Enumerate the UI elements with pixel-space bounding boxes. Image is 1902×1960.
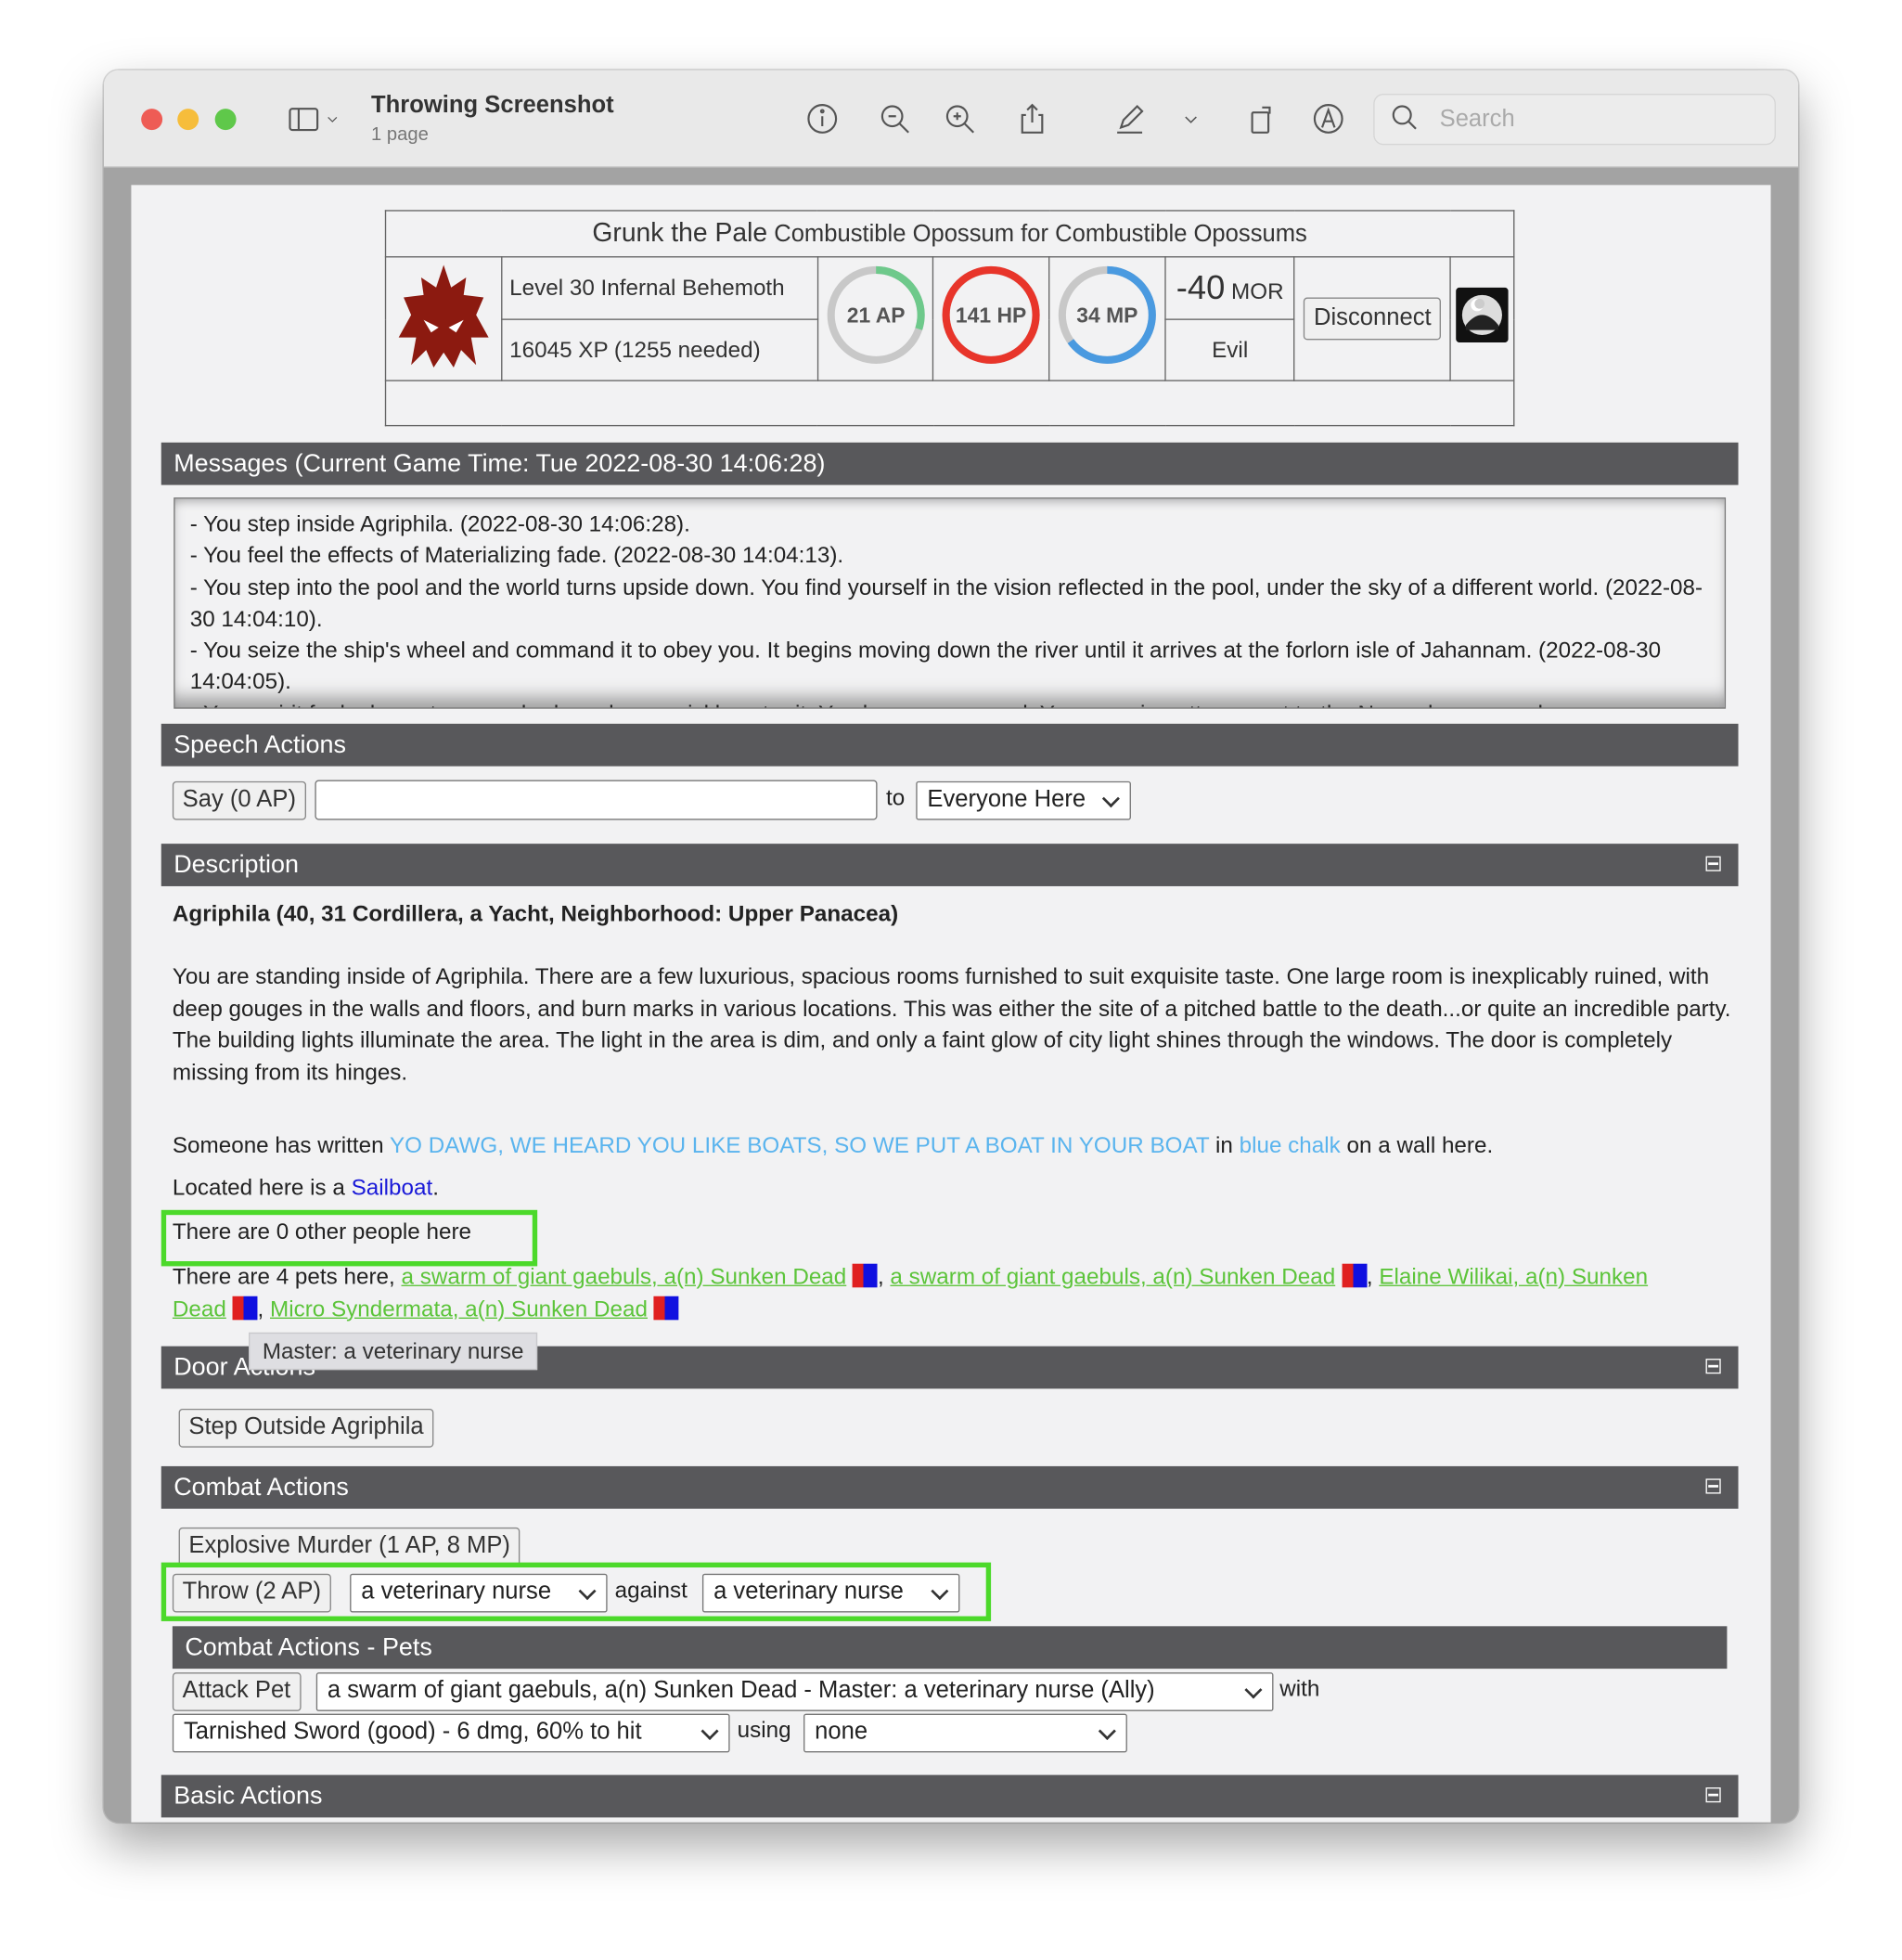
message-item: - Your spirit feels drawn to a new body … bbox=[175, 699, 1725, 707]
page-count: 1 page bbox=[371, 123, 429, 146]
pet-flag-icon bbox=[1341, 1263, 1367, 1288]
say-button[interactable]: Say (0 AP) bbox=[172, 780, 306, 820]
to-label: to bbox=[885, 784, 906, 810]
mp-gauge: 34 MP bbox=[1048, 256, 1166, 381]
message-item: - You step into the pool and the world t… bbox=[189, 574, 1703, 632]
collapse-icon[interactable] bbox=[1705, 1359, 1721, 1374]
morality-unit: MOR bbox=[1231, 278, 1284, 304]
share-icon[interactable] bbox=[1013, 100, 1050, 137]
description-title: Description bbox=[173, 851, 299, 879]
weapon-select[interactable]: Tarnished Sword (good) - 6 dmg, 60% to h… bbox=[172, 1713, 730, 1753]
info-icon[interactable] bbox=[803, 100, 841, 137]
tooltip: Master: a veterinary nurse bbox=[249, 1332, 538, 1371]
window-toolbar: Throwing Screenshot 1 page Search bbox=[103, 70, 1799, 168]
xp-cell: 16045 XP (1255 needed) bbox=[500, 319, 818, 381]
throw-target-select[interactable]: a veterinary nurse bbox=[701, 1573, 960, 1613]
chevron-down-icon[interactable] bbox=[1178, 100, 1203, 137]
faction-link[interactable]: Combustible Opossums bbox=[1055, 222, 1307, 248]
minimize-button[interactable] bbox=[177, 109, 199, 131]
gauge-label: 141 HP bbox=[956, 303, 1026, 328]
morality-cell: -40 MOR bbox=[1164, 256, 1296, 321]
alignment-link[interactable]: Evil bbox=[1212, 337, 1248, 362]
collapse-icon[interactable] bbox=[1705, 1478, 1721, 1494]
disconnect-button[interactable]: Disconnect bbox=[1304, 297, 1442, 341]
pets-list: There are 4 pets here, a swarm of giant … bbox=[172, 1263, 1649, 1321]
pet-flag-icon bbox=[653, 1296, 679, 1320]
rotate-icon[interactable] bbox=[1243, 100, 1280, 137]
pet-link[interactable]: a swarm of giant gaebuls, a(n) Sunken De… bbox=[890, 1264, 1335, 1289]
markup-pen-icon[interactable] bbox=[1111, 100, 1148, 137]
character-panel: Grunk the Pale Combustible Opossum for C… bbox=[384, 210, 1515, 427]
sidebar-toggle-icon[interactable] bbox=[285, 100, 322, 137]
graffiti-message: YO DAWG, WE HEARD YOU LIKE BOATS, SO WE … bbox=[389, 1132, 1210, 1158]
graffiti-text: Someone has written YO DAWG, WE HEARD YO… bbox=[172, 1132, 1494, 1158]
collapse-icon[interactable] bbox=[1705, 856, 1721, 871]
messages-log[interactable]: - You step inside Agriphila. (2022-08-30… bbox=[173, 497, 1727, 709]
hp-gauge: 141 HP bbox=[932, 256, 1050, 381]
collapse-icon[interactable] bbox=[1705, 1787, 1721, 1803]
throw-item-select[interactable]: a veterinary nurse bbox=[350, 1573, 608, 1613]
using-label: using bbox=[737, 1717, 791, 1743]
against-label: against bbox=[614, 1577, 688, 1603]
pet-flag-icon bbox=[232, 1296, 258, 1320]
messages-header: Messages (Current Game Time: Tue 2022-08… bbox=[161, 442, 1739, 485]
gauge-label: 21 AP bbox=[846, 303, 905, 328]
pet-flag-icon bbox=[853, 1263, 878, 1288]
search-icon bbox=[1387, 100, 1424, 137]
explosive-murder-button[interactable]: Explosive Murder (1 AP, 8 MP) bbox=[178, 1527, 520, 1567]
pet-target-select[interactable]: a swarm of giant gaebuls, a(n) Sunken De… bbox=[315, 1672, 1274, 1711]
demon-avatar-icon bbox=[398, 265, 489, 368]
morality-value: -40 bbox=[1176, 269, 1226, 307]
location-description: You are standing inside of Agriphila. Th… bbox=[172, 963, 1731, 1085]
document-title: Throwing Screenshot bbox=[371, 92, 614, 119]
speech-actions-header: Speech Actions bbox=[161, 723, 1739, 767]
message-item: - You feel the effects of Materializing … bbox=[189, 542, 844, 568]
speech-target-select[interactable]: Everyone Here bbox=[916, 780, 1131, 820]
gauge-label: 34 MP bbox=[1076, 303, 1137, 328]
step-outside-button[interactable]: Step Outside Agriphila bbox=[178, 1408, 434, 1448]
sailboat-link[interactable]: Sailboat bbox=[352, 1175, 433, 1200]
people-count: There are 0 other people here bbox=[172, 1219, 472, 1244]
throw-button[interactable]: Throw (2 AP) bbox=[172, 1573, 331, 1613]
level-cell: Level 30 Infernal Behemoth bbox=[500, 256, 818, 321]
zoom-out-icon[interactable] bbox=[876, 100, 913, 137]
clan-emblem bbox=[1449, 256, 1515, 381]
character-header: Grunk the Pale Combustible Opossum for C… bbox=[384, 210, 1515, 258]
using-select[interactable]: none bbox=[803, 1713, 1127, 1753]
pet-link[interactable]: a swarm of giant gaebuls, a(n) Sunken De… bbox=[402, 1264, 847, 1289]
character-avatar bbox=[384, 256, 503, 381]
attack-pet-button[interactable]: Attack Pet bbox=[172, 1672, 302, 1711]
yacht-link[interactable]: Yacht bbox=[488, 901, 548, 926]
message-item: - You step inside Agriphila. (2022-08-30… bbox=[189, 510, 690, 536]
combat-title: Combat Actions bbox=[173, 1473, 349, 1502]
search-input[interactable]: Search bbox=[1373, 94, 1776, 146]
close-button[interactable] bbox=[141, 109, 163, 131]
pets-combat-header: Combat Actions - Pets bbox=[172, 1626, 1728, 1670]
description-header: Description bbox=[161, 844, 1739, 886]
zoom-in-icon[interactable] bbox=[941, 100, 978, 137]
zoom-button[interactable] bbox=[214, 109, 237, 131]
annotate-icon[interactable] bbox=[1310, 100, 1347, 137]
ap-gauge: 21 AP bbox=[816, 256, 934, 381]
located-here-text: Located here is a Sailboat. bbox=[172, 1175, 440, 1201]
message-item: - You seize the ship's wheel and command… bbox=[189, 638, 1662, 695]
preview-window: Throwing Screenshot 1 page Search Grunk … bbox=[103, 70, 1799, 1823]
faction-role: Combustible Opossum for bbox=[774, 221, 1049, 248]
combat-actions-header: Combat Actions bbox=[161, 1465, 1739, 1509]
say-input[interactable] bbox=[315, 780, 878, 820]
location-title: Agriphila (40, 31 Cordillera, a Yacht, N… bbox=[172, 901, 899, 927]
character-name-link[interactable]: Grunk the Pale bbox=[592, 219, 767, 248]
basic-title: Basic Actions bbox=[173, 1782, 323, 1811]
with-label: with bbox=[1279, 1676, 1320, 1702]
character-footer bbox=[384, 380, 1515, 427]
moon-emblem-icon bbox=[1456, 288, 1509, 343]
pet-link[interactable]: Micro Syndermata, a(n) Sunken Dead bbox=[270, 1296, 648, 1321]
chalk-color: blue chalk bbox=[1239, 1132, 1341, 1158]
game-page: Grunk the Pale Combustible Opossum for C… bbox=[131, 185, 1771, 1823]
basic-actions-header: Basic Actions bbox=[161, 1774, 1739, 1818]
chevron-down-icon[interactable] bbox=[323, 100, 343, 137]
